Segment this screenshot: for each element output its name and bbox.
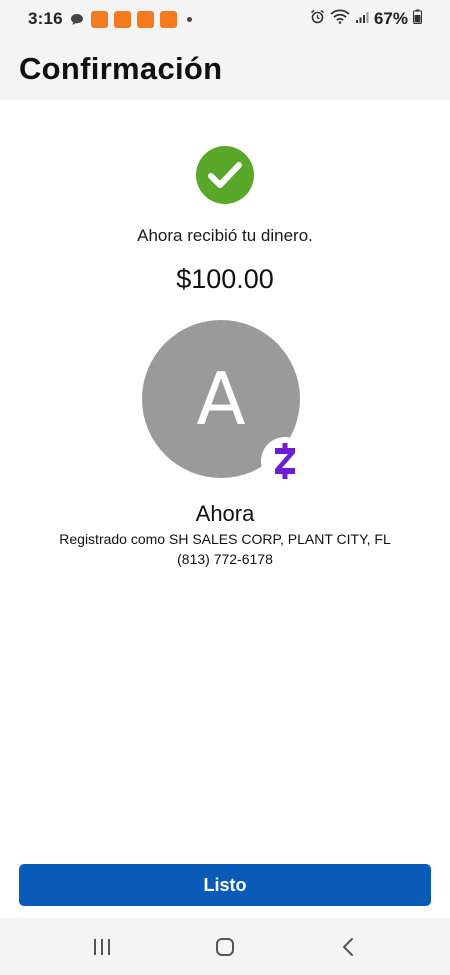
app-notification-icon [136,10,154,28]
app-notification-icon [90,10,108,28]
status-bar: 3:16 67% [0,0,450,38]
status-left: 3:16 [28,9,192,29]
home-icon [215,937,234,956]
confirmation-content: Ahora recibió tu dinero. $100.00 A Ahora… [0,100,450,918]
app-notification-icon [159,10,177,28]
avatar-initial: A [196,357,246,441]
system-nav-bar [0,918,450,975]
page-title: Confirmación [19,51,223,86]
status-right: 67% [310,9,422,29]
status-time: 3:16 [28,9,63,28]
recipient-phone: (813) 772-6178 [177,551,273,567]
more-notifications-dot [186,16,192,22]
battery-percent: 67% [373,9,408,28]
signal-icon [355,10,369,29]
recent-apps-button[interactable] [72,927,132,967]
registered-as-text: Registrado como SH SALES CORP, PLANT CIT… [59,531,391,547]
home-button[interactable] [195,927,255,967]
battery-icon [413,9,422,29]
done-button[interactable]: Listo [19,864,431,906]
zelle-logo-icon [261,437,309,485]
recent-apps-icon [93,938,110,955]
app-notification-icon [113,10,131,28]
recipient-name: Ahora [195,501,255,526]
chat-bubble-icon [69,11,85,27]
wifi-icon [330,9,350,29]
back-button[interactable] [318,927,378,967]
confirmation-message: Ahora recibió tu dinero. [137,226,313,245]
back-chevron-icon [343,937,354,956]
amount: $100.00 [176,264,274,294]
success-check-icon [196,146,254,204]
header: Confirmación [0,38,450,100]
alarm-icon [310,9,325,29]
